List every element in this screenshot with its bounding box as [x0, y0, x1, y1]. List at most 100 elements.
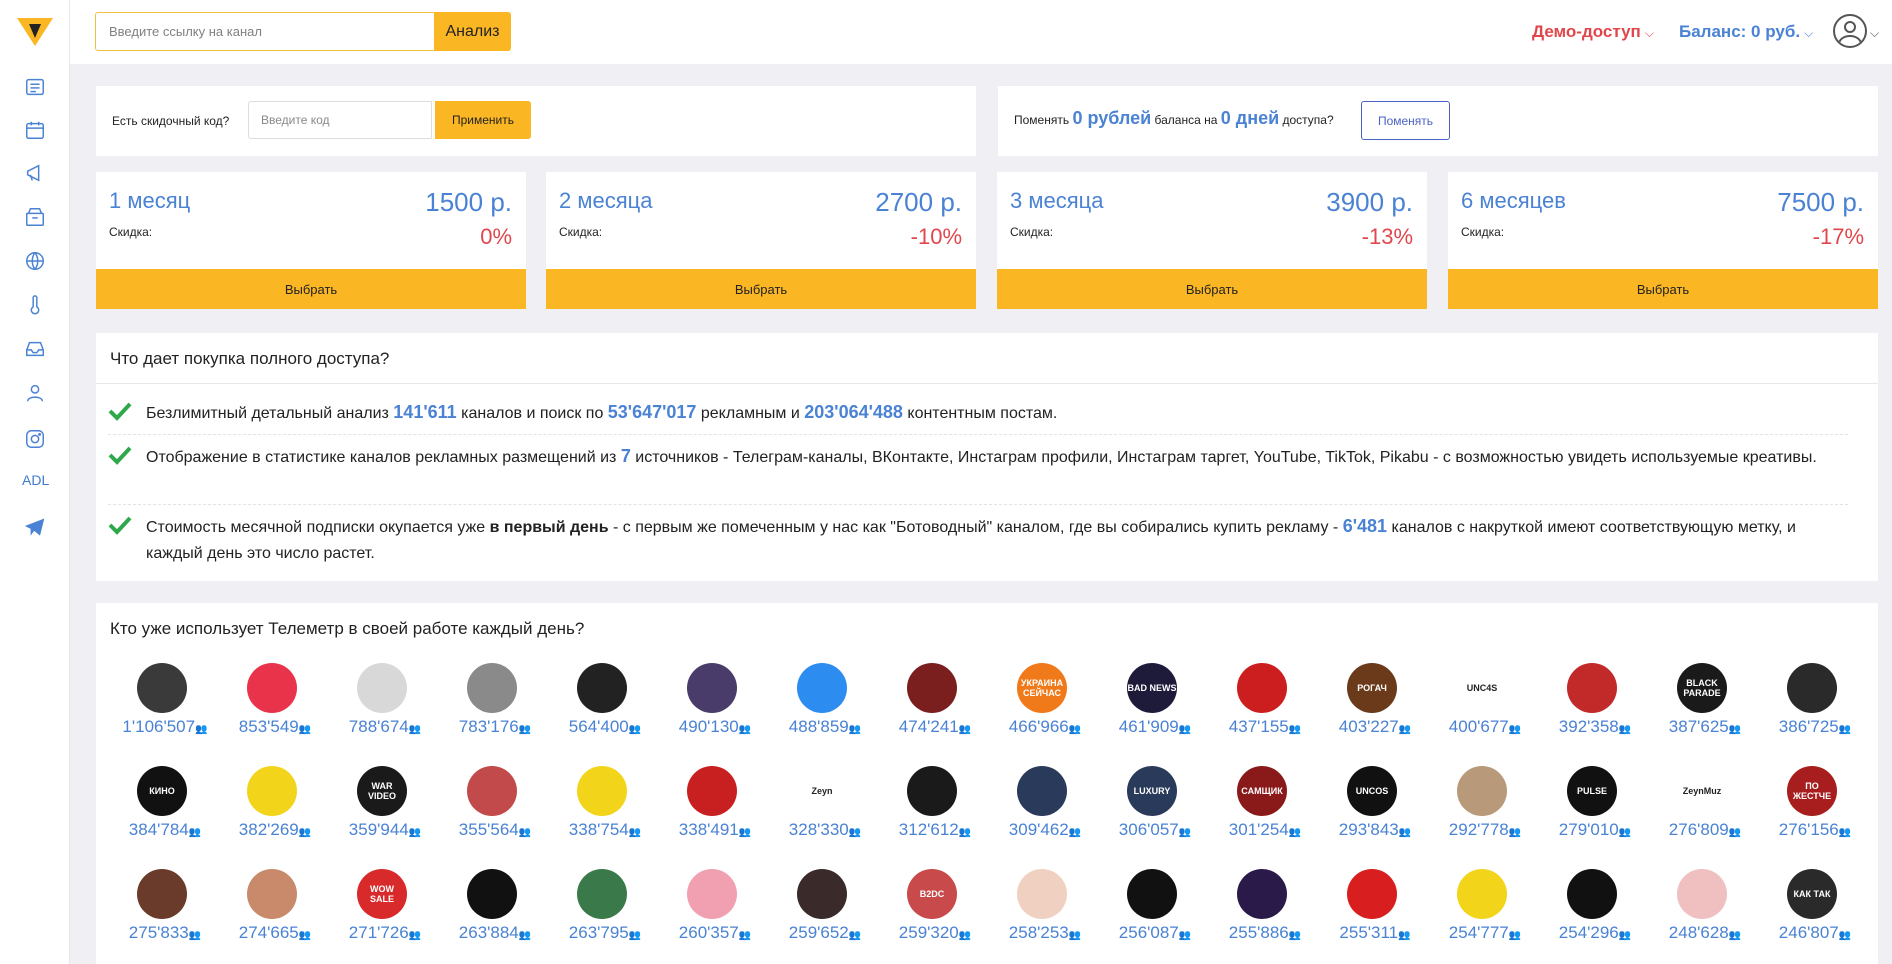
channel-avatar[interactable] — [1457, 766, 1507, 816]
globe-icon[interactable] — [22, 248, 48, 274]
channel-avatar[interactable] — [797, 663, 847, 713]
channel-avatar[interactable] — [1237, 663, 1287, 713]
channel-avatar[interactable]: КИНО — [137, 766, 187, 816]
calendar-icon[interactable] — [22, 117, 48, 143]
channel-item[interactable]: 1'106'507👥 — [110, 663, 210, 743]
channel-avatar[interactable] — [687, 766, 737, 816]
channel-item[interactable]: РОГАЧ 403'227👥 — [1320, 663, 1420, 743]
channel-item[interactable]: 386'725👥 — [1760, 663, 1860, 743]
channel-item[interactable]: ZeynMuz 276'809👥 — [1650, 766, 1750, 846]
channel-avatar[interactable] — [1017, 869, 1067, 919]
chevron-down-icon[interactable]: ⌵ — [1870, 26, 1879, 41]
exchange-button[interactable]: Поменять — [1361, 101, 1450, 140]
channel-item[interactable]: 490'130👥 — [660, 663, 760, 743]
channel-item[interactable]: UNCOS 293'843👥 — [1320, 766, 1420, 846]
users-icon[interactable] — [22, 380, 48, 406]
channel-item[interactable]: 263'884👥 — [440, 869, 540, 949]
telemetr-logo[interactable] — [17, 16, 53, 48]
channel-avatar[interactable] — [137, 663, 187, 713]
channel-item[interactable]: 258'253👥 — [990, 869, 1090, 949]
megaphone-icon[interactable] — [22, 160, 48, 186]
select-plan-button[interactable]: Выбрать — [997, 269, 1427, 309]
sidebar-item-adl[interactable]: ADL — [22, 472, 52, 488]
channel-avatar[interactable] — [247, 869, 297, 919]
select-plan-button[interactable]: Выбрать — [1448, 269, 1878, 309]
channel-avatar[interactable]: ZeynMuz — [1677, 766, 1727, 816]
promo-code-input[interactable] — [248, 101, 432, 139]
channel-avatar[interactable] — [467, 869, 517, 919]
channel-avatar[interactable] — [1017, 766, 1067, 816]
channel-avatar[interactable]: Zeyn — [797, 766, 847, 816]
channel-avatar[interactable]: WAR VIDEO — [357, 766, 407, 816]
select-plan-button[interactable]: Выбрать — [546, 269, 976, 309]
thermometer-icon[interactable] — [22, 292, 48, 318]
telegram-icon[interactable] — [22, 514, 48, 540]
channel-avatar[interactable] — [247, 663, 297, 713]
channel-item[interactable]: 256'087👥 — [1100, 869, 1200, 949]
channel-item[interactable]: 437'155👥 — [1210, 663, 1310, 743]
channel-item[interactable]: WAR VIDEO 359'944👥 — [330, 766, 430, 846]
inbox-icon[interactable] — [22, 336, 48, 362]
channel-item[interactable]: B2DC 259'320👥 — [880, 869, 980, 949]
channel-avatar[interactable]: РОГАЧ — [1347, 663, 1397, 713]
channel-item[interactable]: 309'462👥 — [990, 766, 1090, 846]
channel-item[interactable]: 355'564👥 — [440, 766, 540, 846]
channel-item[interactable]: 392'358👥 — [1540, 663, 1640, 743]
channel-item[interactable]: 382'269👥 — [220, 766, 320, 846]
channel-avatar[interactable] — [907, 663, 957, 713]
channel-item[interactable]: 259'652👥 — [770, 869, 870, 949]
channel-avatar[interactable] — [687, 663, 737, 713]
channel-item[interactable]: 248'628👥 — [1650, 869, 1750, 949]
channel-avatar[interactable] — [1457, 869, 1507, 919]
channel-item[interactable]: 474'241👥 — [880, 663, 980, 743]
channel-avatar[interactable] — [1567, 663, 1617, 713]
channel-item[interactable]: 853'549👥 — [220, 663, 320, 743]
channel-avatar[interactable] — [1237, 869, 1287, 919]
channel-link-input[interactable] — [95, 12, 435, 51]
channel-avatar[interactable] — [467, 766, 517, 816]
channel-item[interactable]: 254'296👥 — [1540, 869, 1640, 949]
channel-item[interactable]: Zeyn 328'330👥 — [770, 766, 870, 846]
channel-item[interactable]: 338'754👥 — [550, 766, 650, 846]
channel-item[interactable]: 312'612👥 — [880, 766, 980, 846]
channel-avatar[interactable]: B2DC — [907, 869, 957, 919]
channel-item[interactable]: САМЩИК 301'254👥 — [1210, 766, 1310, 846]
channel-item[interactable]: WOW SALE 271'726👥 — [330, 869, 430, 949]
channel-avatar[interactable]: UNCOS — [1347, 766, 1397, 816]
balance-dropdown[interactable]: Баланс: 0 руб. ⌵ — [1679, 22, 1813, 42]
channel-avatar[interactable] — [577, 663, 627, 713]
channel-avatar[interactable]: BLACK PARADE — [1677, 663, 1727, 713]
channel-avatar[interactable] — [1677, 869, 1727, 919]
channel-item[interactable]: 788'674👥 — [330, 663, 430, 743]
apply-promo-button[interactable]: Применить — [435, 101, 531, 139]
channel-item[interactable]: 564'400👥 — [550, 663, 650, 743]
channel-avatar[interactable] — [1127, 869, 1177, 919]
channel-avatar[interactable]: КАК ТАК — [1787, 869, 1837, 919]
channel-item[interactable]: 274'665👥 — [220, 869, 320, 949]
channel-avatar[interactable] — [1347, 869, 1397, 919]
channel-item[interactable]: КАК ТАК 246'807👥 — [1760, 869, 1860, 949]
user-avatar[interactable] — [1833, 14, 1867, 48]
channel-item[interactable]: 783'176👥 — [440, 663, 540, 743]
channel-item[interactable]: 275'833👥 — [110, 869, 210, 949]
channel-item[interactable]: LUXURY 306'057👥 — [1100, 766, 1200, 846]
channel-item[interactable]: UNC4S 400'677👥 — [1430, 663, 1530, 743]
demo-access-dropdown[interactable]: Демо-доступ ⌵ — [1532, 22, 1654, 42]
channel-avatar[interactable] — [687, 869, 737, 919]
channel-item[interactable]: BLACK PARADE 387'625👥 — [1650, 663, 1750, 743]
channel-item[interactable]: 292'778👥 — [1430, 766, 1530, 846]
channel-avatar[interactable]: САМЩИК — [1237, 766, 1287, 816]
channel-avatar[interactable]: WOW SALE — [357, 869, 407, 919]
channel-avatar[interactable] — [577, 869, 627, 919]
channel-avatar[interactable]: UNC4S — [1457, 663, 1507, 713]
channel-item[interactable]: КИНО 384'784👥 — [110, 766, 210, 846]
list-icon[interactable] — [22, 74, 48, 100]
channel-item[interactable]: 254'777👥 — [1430, 869, 1530, 949]
channel-avatar[interactable] — [467, 663, 517, 713]
channel-item[interactable]: 260'357👥 — [660, 869, 760, 949]
select-plan-button[interactable]: Выбрать — [96, 269, 526, 309]
channel-avatar[interactable]: LUXURY — [1127, 766, 1177, 816]
channel-item[interactable]: УКРАИНА СЕЙЧАС 466'966👥 — [990, 663, 1090, 743]
channel-avatar[interactable]: ПО ЖЕСТЧЕ — [1787, 766, 1837, 816]
channel-item[interactable]: ПО ЖЕСТЧЕ 276'156👥 — [1760, 766, 1860, 846]
